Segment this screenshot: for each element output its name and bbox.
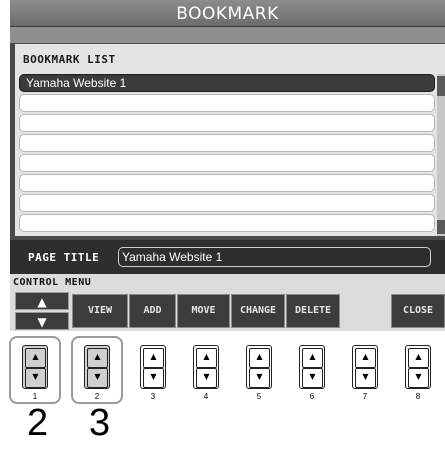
list-scrollbar[interactable] <box>437 74 445 236</box>
button-number: 3 <box>150 392 156 401</box>
window-title: BOOKMARK <box>176 4 279 24</box>
bookmark-list: Yamaha Website 1 <box>19 74 435 234</box>
page-title-label: PAGE TITLE <box>28 251 100 264</box>
up-arrow-button[interactable]: ▲ <box>15 292 69 310</box>
scrollbar-thumb[interactable] <box>437 76 445 96</box>
panel-button-7[interactable]: ▲ ▼ <box>352 345 378 389</box>
step-number: 3 <box>89 402 111 444</box>
title-bar: BOOKMARK <box>10 0 445 27</box>
panel-button-3[interactable]: ▲ ▼ <box>140 345 166 389</box>
button-number: 5 <box>256 392 262 401</box>
control-menu-label: CONTROL MENU <box>13 277 92 288</box>
delete-button[interactable]: DELETE <box>286 294 340 328</box>
up-arrow-icon[interactable]: ▲ <box>302 348 323 368</box>
bookmark-row[interactable] <box>19 94 435 112</box>
up-arrow-icon[interactable]: ▲ <box>87 348 108 368</box>
up-arrow-icon[interactable]: ▲ <box>249 348 270 368</box>
up-arrow-icon[interactable]: ▲ <box>408 348 429 368</box>
down-arrow-icon[interactable]: ▼ <box>87 368 108 388</box>
button-number: 7 <box>362 392 368 401</box>
add-button[interactable]: ADD <box>129 294 176 328</box>
down-arrow-icon[interactable]: ▼ <box>249 368 270 388</box>
up-arrow-icon[interactable]: ▲ <box>355 348 376 368</box>
up-arrow-icon[interactable]: ▲ <box>143 348 164 368</box>
down-arrow-icon[interactable]: ▼ <box>408 368 429 388</box>
panel-button-4[interactable]: ▲ ▼ <box>193 345 219 389</box>
down-arrow-icon[interactable]: ▼ <box>196 368 217 388</box>
bookmark-row[interactable]: Yamaha Website 1 <box>19 74 435 92</box>
bookmark-row[interactable] <box>19 134 435 152</box>
up-arrow-icon[interactable]: ▲ <box>196 348 217 368</box>
view-button[interactable]: VIEW <box>72 294 128 328</box>
control-menu: CONTROL MENU ▲ ▼ VIEW ADD MOVE CHANGE DE… <box>10 274 445 331</box>
bookmark-screen: BOOKMARK BOOKMARK LIST Yamaha Website 1 … <box>10 0 445 331</box>
bookmark-row[interactable] <box>19 214 435 232</box>
down-arrow-icon[interactable]: ▼ <box>302 368 323 388</box>
step-number: 2 <box>27 402 49 444</box>
button-number: 6 <box>309 392 315 401</box>
button-number: 8 <box>415 392 421 401</box>
page-title-area: PAGE TITLE Yamaha Website 1 <box>10 240 445 274</box>
bookmark-row[interactable] <box>19 174 435 192</box>
down-arrow-icon[interactable]: ▼ <box>143 368 164 388</box>
page-title-field[interactable]: Yamaha Website 1 <box>118 247 431 267</box>
button-number: 4 <box>203 392 209 401</box>
panel-button-6[interactable]: ▲ ▼ <box>299 345 325 389</box>
bookmark-list-header: BOOKMARK LIST <box>23 53 116 66</box>
panel-button-8[interactable]: ▲ ▼ <box>405 345 431 389</box>
bookmark-list-panel: BOOKMARK LIST Yamaha Website 1 <box>15 44 445 236</box>
down-arrow-icon[interactable]: ▼ <box>355 368 376 388</box>
panel-button-1[interactable]: ▲ ▼ <box>22 345 48 389</box>
change-button[interactable]: CHANGE <box>231 294 285 328</box>
down-arrow-icon[interactable]: ▼ <box>25 368 46 388</box>
scrollbar-end-cap <box>437 220 445 234</box>
up-arrow-icon[interactable]: ▲ <box>25 348 46 368</box>
down-arrow-button[interactable]: ▼ <box>15 312 69 330</box>
bookmark-row[interactable] <box>19 114 435 132</box>
close-button[interactable]: CLOSE <box>391 294 445 328</box>
panel-button-2[interactable]: ▲ ▼ <box>84 345 110 389</box>
panel-button-5[interactable]: ▲ ▼ <box>246 345 272 389</box>
title-spacer <box>10 27 445 43</box>
bookmark-row[interactable] <box>19 194 435 212</box>
bookmark-row[interactable] <box>19 154 435 172</box>
button-number: 2 <box>94 392 100 401</box>
move-button[interactable]: MOVE <box>177 294 230 328</box>
button-number: 1 <box>32 392 38 401</box>
